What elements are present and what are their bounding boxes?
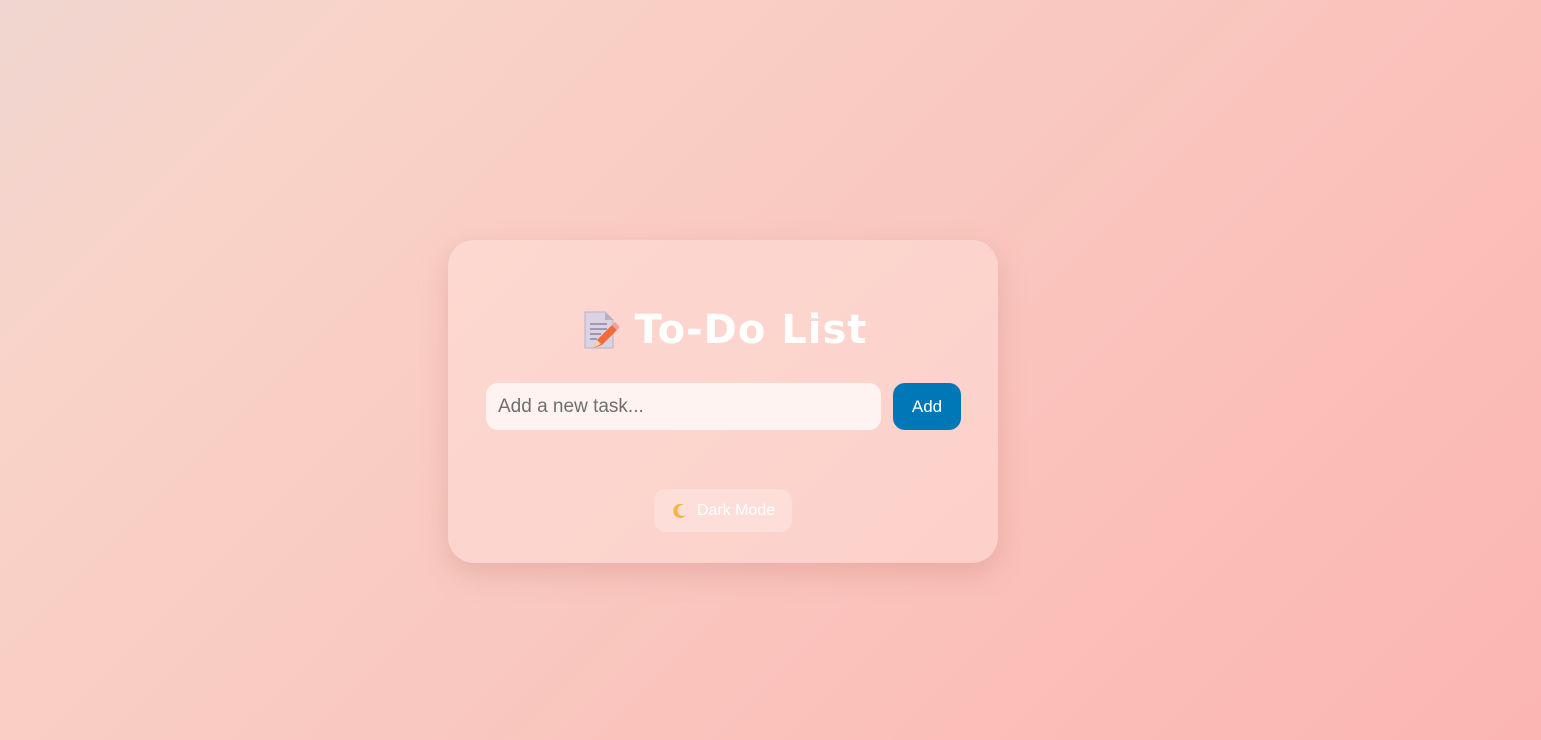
crescent-moon-icon <box>671 502 689 520</box>
memo-icon <box>579 308 620 352</box>
todo-card: To-Do List Add Dark Mode <box>448 240 998 563</box>
task-form: Add <box>486 383 961 430</box>
add-task-button[interactable]: Add <box>893 383 961 430</box>
dark-mode-toggle-button[interactable]: Dark Mode <box>654 489 792 532</box>
task-input[interactable] <box>486 383 881 430</box>
dark-mode-label: Dark Mode <box>696 501 776 519</box>
title-row: To-Do List <box>448 302 998 358</box>
page-title: To-Do List <box>634 307 868 353</box>
